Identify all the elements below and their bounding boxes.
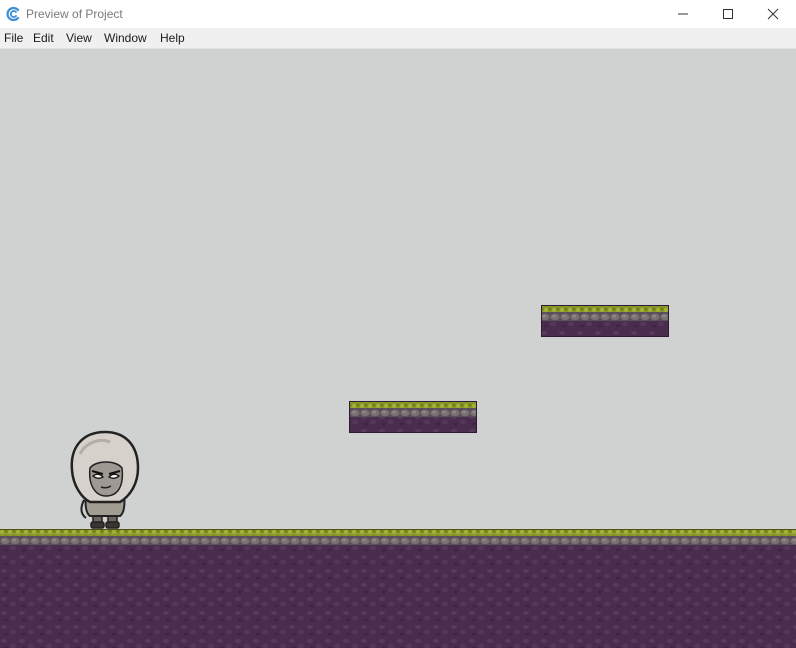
maximize-icon <box>723 9 733 19</box>
menu-file[interactable]: File <box>4 31 23 46</box>
close-button[interactable] <box>750 0 796 28</box>
hooded-character[interactable] <box>66 430 144 530</box>
close-icon <box>767 8 779 20</box>
ground-platform <box>0 529 796 648</box>
floating-platform-low <box>349 401 477 433</box>
gdevelop-logo-icon <box>5 6 21 22</box>
menu-edit[interactable]: Edit <box>33 31 54 46</box>
window-title: Preview of Project <box>26 7 123 21</box>
menu-bar: File Edit View Window Help <box>0 28 796 49</box>
menu-view[interactable]: View <box>66 31 92 46</box>
floating-platform-high <box>541 305 669 337</box>
menu-help[interactable]: Help <box>160 31 185 46</box>
game-canvas[interactable] <box>0 49 796 648</box>
maximize-button[interactable] <box>705 0 751 28</box>
minimize-icon <box>678 13 688 15</box>
game-world <box>0 305 796 648</box>
menu-window[interactable]: Window <box>104 31 147 46</box>
title-bar: Preview of Project <box>0 0 796 28</box>
minimize-button[interactable] <box>660 0 706 28</box>
